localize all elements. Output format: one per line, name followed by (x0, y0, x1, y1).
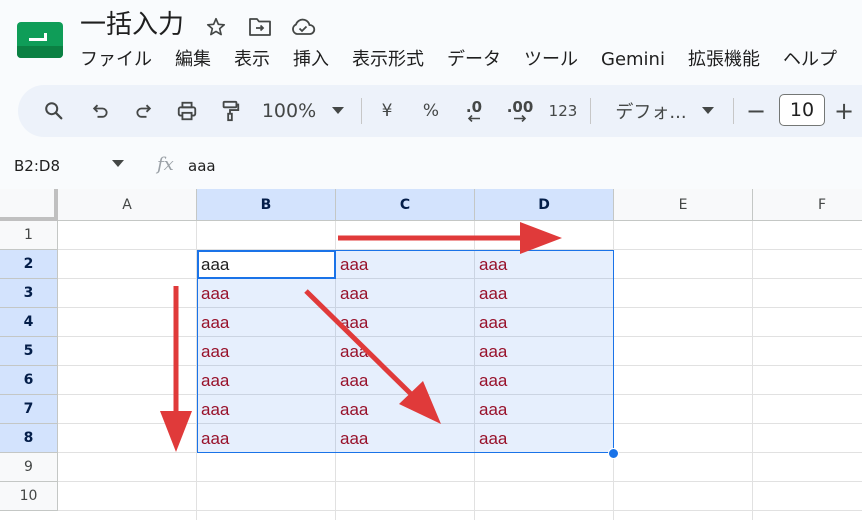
column-header-d[interactable]: D (475, 189, 614, 221)
cell-d4[interactable]: aaa (475, 308, 614, 337)
toolbar-divider (361, 98, 362, 124)
cell-c8[interactable]: aaa (336, 424, 475, 453)
name-box-dropdown-icon[interactable] (112, 160, 124, 168)
menu-help[interactable]: ヘルプ (783, 48, 837, 72)
font-size-increase-button[interactable]: + (832, 85, 856, 137)
cell-c3[interactable]: aaa (336, 279, 475, 308)
menu-edit[interactable]: 編集 (175, 48, 211, 72)
fx-icon: fx (157, 154, 174, 175)
decrease-decimal-button[interactable]: .0 (458, 85, 490, 137)
cell-b5[interactable]: aaa (197, 337, 336, 366)
cell-b2[interactable]: aaa (197, 250, 336, 279)
arrow-down-annotation (160, 286, 192, 452)
row-header-5[interactable]: 5 (0, 337, 58, 366)
document-title[interactable]: 一括入力 (80, 8, 184, 42)
row-header-2[interactable]: 2 (0, 250, 58, 279)
font-size-input[interactable]: 10 (779, 94, 825, 126)
menu-view[interactable]: 表示 (234, 48, 270, 72)
cloud-status-icon[interactable] (290, 14, 316, 40)
cell-d7[interactable]: aaa (475, 395, 614, 424)
paint-format-icon[interactable] (214, 85, 246, 137)
menu-format[interactable]: 表示形式 (352, 48, 424, 72)
gridline (58, 481, 862, 482)
column-header-f[interactable]: F (753, 189, 862, 221)
cell-d6[interactable]: aaa (475, 366, 614, 395)
move-folder-icon[interactable] (247, 14, 273, 40)
menu-tools[interactable]: ツール (524, 48, 578, 72)
cell-b3[interactable]: aaa (197, 279, 336, 308)
search-icon[interactable] (38, 85, 70, 137)
cell-b4[interactable]: aaa (197, 308, 336, 337)
menu-extensions[interactable]: 拡張機能 (688, 48, 760, 72)
cell-d3[interactable]: aaa (475, 279, 614, 308)
cell-d8[interactable]: aaa (475, 424, 614, 453)
toolbar-divider (590, 98, 591, 124)
cell-c2[interactable]: aaa (336, 250, 475, 279)
increase-decimal-button[interactable]: .00 (502, 85, 538, 137)
cell-b8[interactable]: aaa (197, 424, 336, 453)
row-header-3[interactable]: 3 (0, 279, 58, 308)
toolbar-divider (733, 98, 734, 124)
cell-b6[interactable]: aaa (197, 366, 336, 395)
font-size-decrease-button[interactable]: − (744, 85, 768, 137)
zoom-select[interactable]: 100% (258, 85, 320, 137)
star-icon[interactable] (203, 14, 229, 40)
cell-c6[interactable]: aaa (336, 366, 475, 395)
arrow-left-icon (467, 115, 480, 122)
select-all-corner[interactable] (0, 189, 58, 221)
cell-d2[interactable]: aaa (475, 250, 614, 279)
row-header-4[interactable]: 4 (0, 308, 58, 337)
gridline (58, 510, 862, 511)
row-header-7[interactable]: 7 (0, 395, 58, 424)
font-select[interactable]: デフォ... (608, 85, 694, 137)
column-header-c[interactable]: C (336, 189, 475, 221)
cell-c4[interactable]: aaa (336, 308, 475, 337)
menu-bar: ファイル 編集 表示 挿入 表示形式 データ ツール Gemini 拡張機能 ヘ… (80, 48, 860, 72)
menu-file[interactable]: ファイル (80, 48, 152, 72)
row-header-9[interactable]: 9 (0, 453, 58, 482)
gridline (752, 221, 753, 520)
spreadsheet-grid[interactable]: A B C D E F 1 2 3 4 5 6 7 8 9 10 aaa aaa… (0, 189, 862, 520)
font-name: デフォ... (615, 102, 687, 123)
chevron-down-icon[interactable] (698, 85, 718, 137)
undo-icon[interactable] (84, 85, 116, 137)
row-header-8[interactable]: 8 (0, 424, 58, 453)
column-header-a[interactable]: A (58, 189, 197, 221)
arrow-right-icon (514, 115, 527, 122)
menu-insert[interactable]: 挿入 (293, 48, 329, 72)
number-format-button[interactable]: 123 (546, 85, 580, 137)
cell-c5[interactable]: aaa (336, 337, 475, 366)
row-header-10[interactable]: 10 (0, 482, 58, 511)
currency-format-button[interactable]: ¥ (374, 85, 400, 137)
print-icon[interactable] (171, 85, 203, 137)
cell-b7[interactable]: aaa (197, 395, 336, 424)
percent-format-button[interactable]: % (418, 85, 444, 137)
menu-data[interactable]: データ (447, 48, 501, 72)
zoom-value: 100% (261, 100, 317, 122)
sheets-logo-icon[interactable] (17, 22, 63, 58)
cell-c7[interactable]: aaa (336, 395, 475, 424)
column-header-b[interactable]: B (197, 189, 336, 221)
column-header-e[interactable]: E (614, 189, 753, 221)
name-box[interactable]: B2:D8 (14, 157, 60, 175)
toolbar: 100% ¥ % .0 .00 123 デフォ... − 10 + (18, 85, 862, 137)
row-header-6[interactable]: 6 (0, 366, 58, 395)
redo-icon[interactable] (128, 85, 160, 137)
menu-gemini[interactable]: Gemini (601, 48, 665, 72)
dropdown-icon[interactable] (328, 85, 348, 137)
cell-d5[interactable]: aaa (475, 337, 614, 366)
formula-input[interactable]: aaa (188, 157, 216, 175)
row-header-1[interactable]: 1 (0, 221, 58, 250)
